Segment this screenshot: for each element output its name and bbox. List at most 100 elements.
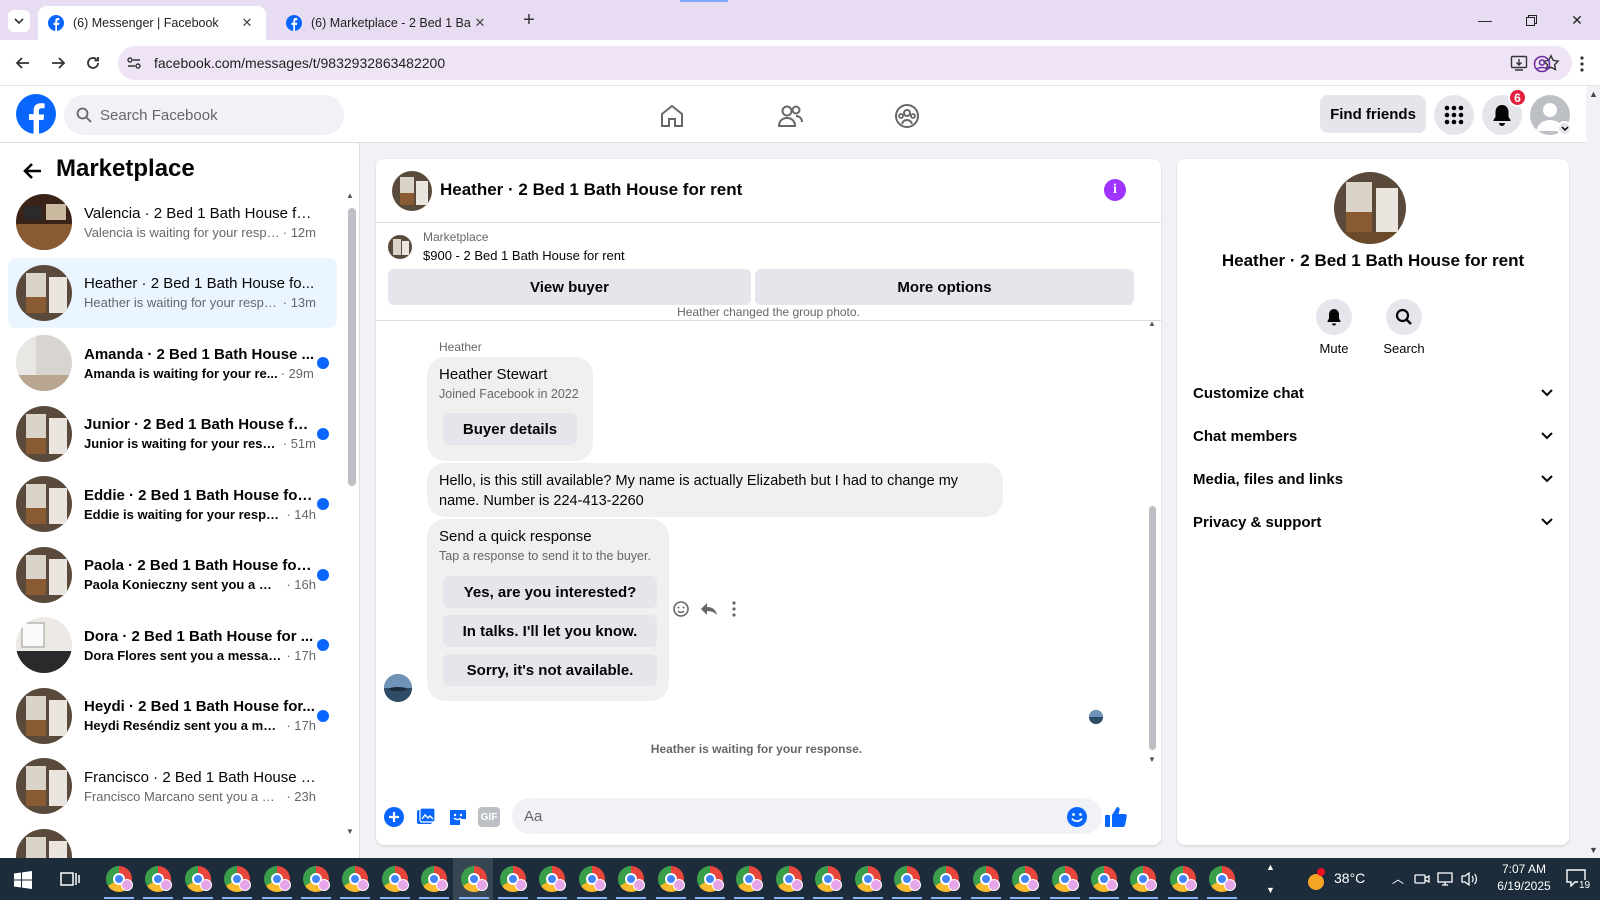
close-window-icon[interactable]: ✕	[1554, 0, 1600, 40]
friends-nav-icon[interactable]	[770, 96, 810, 136]
taskbar-chrome-icon[interactable]	[697, 866, 724, 892]
taskbar-chrome-icon[interactable]	[1051, 866, 1079, 892]
taskbar-chrome-icon[interactable]	[933, 866, 961, 892]
facebook-search-input[interactable]: Search Facebook	[64, 95, 344, 135]
taskbar-chrome-icon[interactable]	[657, 866, 685, 892]
conversation-item-partial[interactable]	[8, 822, 337, 858]
conversation-item[interactable]: Heather · 2 Bed 1 Bath House fo... Heathe…	[8, 257, 337, 328]
clock-date[interactable]: 6/19/2025	[1484, 879, 1564, 893]
taskbar-chrome-icon[interactable]	[106, 866, 133, 892]
taskbar-chrome-icon[interactable]	[184, 866, 212, 892]
menu-grid-icon[interactable]	[1434, 95, 1474, 135]
message-input[interactable]: Aa	[512, 798, 1102, 834]
taskbar-chrome-icon[interactable]	[342, 866, 370, 892]
react-icon[interactable]	[672, 600, 690, 618]
taskbar-chrome-icon[interactable]	[421, 866, 449, 892]
taskbar-chrome-icon[interactable]	[1130, 866, 1158, 892]
conversation-item[interactable]: Amanda · 2 Bed 1 Bath House ... Amanda is…	[8, 328, 337, 398]
new-tab-icon[interactable]: +	[518, 10, 540, 32]
page-scroll-down-icon[interactable]: ▼	[1589, 845, 1598, 855]
site-settings-icon[interactable]	[124, 53, 144, 73]
profile-avatar[interactable]	[1334, 172, 1406, 244]
tray-chevron-icon[interactable]: ︿	[1392, 870, 1404, 887]
tab-search-icon[interactable]	[8, 10, 30, 32]
reply-icon[interactable]	[700, 600, 718, 618]
browser-menu-icon[interactable]	[1574, 54, 1590, 74]
quick-response-yes-button[interactable]: Yes, are you interested?	[443, 576, 657, 608]
account-chevron-icon[interactable]	[1557, 121, 1572, 136]
like-thumbs-up-icon[interactable]	[1104, 805, 1128, 829]
attach-photo-icon[interactable]	[416, 807, 436, 827]
windows-start-icon[interactable]	[14, 871, 32, 889]
gif-icon[interactable]: GIF	[478, 807, 500, 827]
chat-scrollbar-thumb[interactable]	[1149, 506, 1156, 750]
scrollbar-thumb[interactable]	[348, 208, 356, 486]
taskbar-chrome-icon[interactable]	[145, 866, 173, 892]
restore-icon[interactable]	[1508, 0, 1554, 40]
close-tab-icon[interactable]: ✕	[471, 14, 489, 32]
back-arrow-icon[interactable]	[18, 157, 46, 185]
taskbar-chrome-icon[interactable]	[894, 866, 921, 892]
quick-response-talks-button[interactable]: In talks. I'll let you know.	[443, 615, 657, 647]
media-files-links-section[interactable]: Media, files and links	[1193, 459, 1553, 499]
taskbar-chrome-icon[interactable]	[1209, 866, 1237, 892]
taskbar-chrome-icon[interactable]	[618, 866, 646, 892]
listing-thumbnail[interactable]	[388, 235, 412, 259]
find-friends-button[interactable]: Find friends	[1320, 95, 1426, 133]
weather-icon[interactable]	[1304, 868, 1328, 890]
home-nav-icon[interactable]	[652, 96, 692, 136]
conversation-item[interactable]: Heydi · 2 Bed 1 Bath House for... Heydi R…	[8, 681, 337, 751]
taskbar-chrome-icon[interactable]	[815, 866, 843, 892]
taskbar-scroll-down-icon[interactable]: ▼	[1266, 885, 1275, 895]
emoji-icon[interactable]	[1066, 806, 1088, 828]
view-buyer-button[interactable]: View buyer	[388, 269, 751, 305]
taskbar-chrome-icon[interactable]	[736, 866, 764, 892]
conversation-item[interactable]: Junior · 2 Bed 1 Bath House for... Junior…	[8, 399, 337, 469]
mute-button[interactable]: Mute	[1304, 299, 1364, 356]
minimize-icon[interactable]: —	[1462, 0, 1508, 40]
taskbar-chrome-icon[interactable]	[1091, 866, 1118, 892]
search-in-chat-button[interactable]: Search	[1374, 299, 1434, 356]
privacy-support-section[interactable]: Privacy & support	[1193, 502, 1553, 542]
forward-icon[interactable]	[43, 48, 73, 78]
taskbar-chrome-icon[interactable]	[578, 866, 606, 892]
volume-icon[interactable]	[1460, 871, 1478, 887]
taskbar-chrome-icon[interactable]	[381, 866, 409, 892]
url-bar[interactable]: facebook.com/messages/t/9832932863482200	[118, 46, 1572, 80]
install-app-icon[interactable]	[1510, 54, 1528, 72]
taskbar-chrome-icon[interactable]	[1012, 866, 1040, 892]
chat-title[interactable]: Heather · 2 Bed 1 Bath House for rent	[440, 180, 742, 200]
network-icon[interactable]	[1436, 871, 1454, 887]
clock-time[interactable]: 7:07 AM	[1484, 862, 1564, 876]
buyer-details-button[interactable]: Buyer details	[443, 413, 577, 445]
taskbar-chrome-icon[interactable]	[224, 866, 252, 892]
browser-tab-messenger[interactable]: (6) Messenger | Facebook ✕	[38, 6, 266, 40]
customize-chat-section[interactable]: Customize chat	[1193, 373, 1553, 413]
close-tab-icon[interactable]: ✕	[238, 14, 256, 32]
page-scroll-up-icon[interactable]: ▲	[1589, 89, 1598, 99]
taskbar-chrome-icon[interactable]	[460, 866, 488, 892]
groups-nav-icon[interactable]	[887, 96, 927, 136]
more-actions-icon[interactable]	[732, 601, 736, 617]
sticker-icon[interactable]	[448, 807, 468, 827]
conversation-item[interactable]: Dora · 2 Bed 1 Bath House for ... Dora Fl…	[8, 610, 337, 680]
more-options-button[interactable]: More options	[755, 269, 1134, 305]
conversation-item[interactable]: Eddie · 2 Bed 1 Bath House for ... Eddie …	[8, 469, 337, 539]
temperature-label[interactable]: 38°C	[1334, 870, 1365, 886]
taskbar-chrome-icon[interactable]	[500, 866, 527, 892]
chat-avatar[interactable]	[392, 171, 432, 211]
conversation-item[interactable]: Francisco · 2 Bed 1 Bath House f... Franc…	[8, 751, 337, 821]
chat-scroll-down-icon[interactable]: ▼	[1148, 755, 1156, 764]
reload-icon[interactable]	[78, 48, 108, 78]
taskbar-chrome-icon[interactable]	[1169, 866, 1197, 892]
meet-now-icon[interactable]	[1414, 871, 1430, 887]
list-scroll-down-icon[interactable]: ▼	[346, 827, 354, 836]
taskbar-chrome-icon[interactable]	[263, 866, 291, 892]
quick-response-sorry-button[interactable]: Sorry, it's not available.	[443, 654, 657, 686]
add-plus-icon[interactable]	[384, 807, 404, 827]
conversation-item[interactable]: Paola · 2 Bed 1 Bath House for ... Paola …	[8, 540, 337, 610]
conversation-item[interactable]: Valencia · 2 Bed 1 Bath House fo... Valen…	[8, 187, 337, 257]
task-view-icon[interactable]	[60, 870, 80, 888]
taskbar-chrome-icon[interactable]	[775, 866, 803, 892]
back-icon[interactable]	[8, 48, 38, 78]
